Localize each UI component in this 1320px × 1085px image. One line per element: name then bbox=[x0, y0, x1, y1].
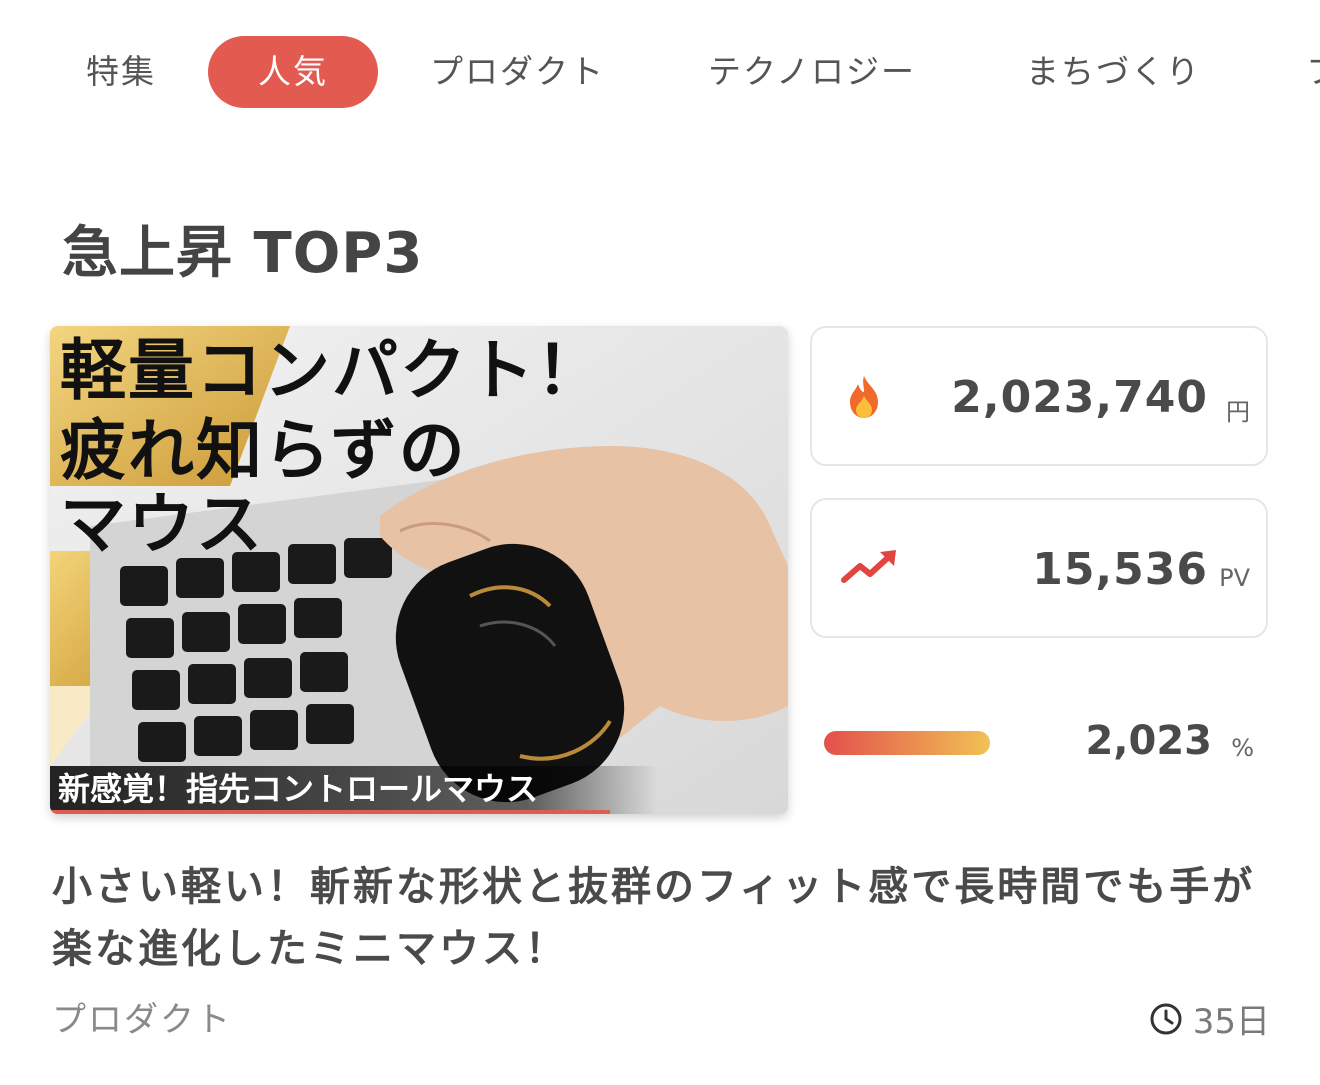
tab-partial[interactable]: フ bbox=[1306, 36, 1320, 108]
thumbnail-headline-1: 軽量コンパクト！ bbox=[60, 332, 604, 409]
sales-stat-card: 2,023,740 円 bbox=[810, 326, 1268, 466]
sales-value: 2,023,740 bbox=[951, 372, 1208, 423]
tab-technology[interactable]: テクノロジー bbox=[708, 36, 916, 108]
article-title[interactable]: 小さい軽い！斬新な形状と抜群のフィット感で長時間でも手が楽な進化したミニマウス！ bbox=[52, 856, 1268, 980]
section-title: 急上昇 TOP3 bbox=[62, 221, 424, 286]
fire-icon bbox=[850, 376, 878, 418]
tab-popular[interactable]: 人気 bbox=[208, 36, 378, 108]
tab-machizukuri[interactable]: まちづくり bbox=[1026, 36, 1201, 108]
article-time: 35日 bbox=[1149, 994, 1270, 1043]
thumbnail-headline-2: 疲れ知らずの bbox=[60, 412, 467, 489]
growth-unit: % bbox=[1231, 734, 1254, 762]
views-value: 15,536 bbox=[1032, 544, 1208, 595]
tab-product[interactable]: プロダクト bbox=[430, 36, 605, 108]
article-thumbnail[interactable]: 軽量コンパクト！ 疲れ知らずの マウス 新感覚！指先コントロールマウス bbox=[50, 326, 788, 814]
views-unit: PV bbox=[1219, 564, 1250, 592]
thumbnail-caption: 新感覚！指先コントロールマウス bbox=[50, 766, 658, 814]
thumbnail-accent-line bbox=[50, 810, 610, 814]
tab-tokushu[interactable]: 特集 bbox=[86, 36, 156, 108]
sales-unit: 円 bbox=[1226, 398, 1250, 426]
article-category[interactable]: プロダクト bbox=[52, 992, 232, 1041]
clock-icon bbox=[1150, 1003, 1182, 1034]
category-tabs: 特集 人気 プロダクト テクノロジー まちづくり フ bbox=[0, 36, 1320, 108]
growth-value: 2,023 bbox=[1085, 718, 1212, 764]
time-ago-label: 35日 bbox=[1192, 1002, 1270, 1042]
growth-bar bbox=[824, 731, 990, 755]
thumbnail-headline-3: マウス bbox=[60, 486, 264, 563]
trending-up-icon bbox=[841, 550, 896, 583]
views-stat-card: 15,536 PV bbox=[810, 498, 1268, 638]
